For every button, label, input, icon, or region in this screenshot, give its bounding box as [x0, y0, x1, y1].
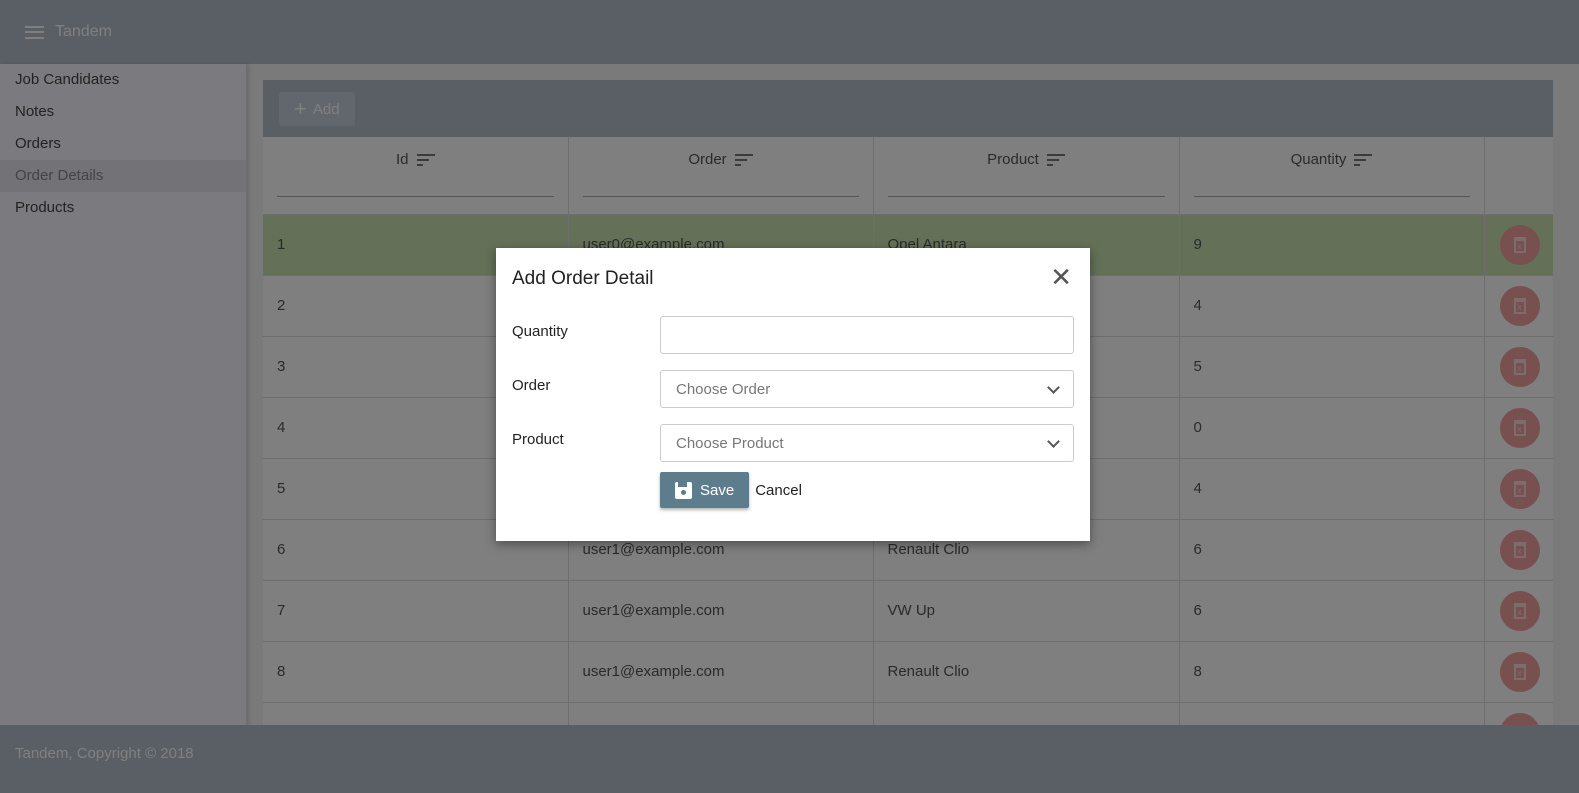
add-order-detail-dialog: Add Order Detail ✕ Quantity Order Choose… — [496, 248, 1090, 541]
dialog-title: Add Order Detail — [512, 268, 654, 289]
order-select[interactable]: Choose Order — [660, 370, 1074, 408]
cancel-button[interactable]: Cancel — [755, 482, 802, 499]
save-icon — [675, 481, 692, 499]
quantity-label: Quantity — [512, 322, 568, 340]
chevron-down-icon — [1047, 380, 1060, 394]
save-label: Save — [700, 481, 735, 499]
product-label: Product — [512, 430, 564, 448]
close-icon[interactable]: ✕ — [1050, 264, 1072, 290]
save-button[interactable]: Save — [660, 472, 750, 508]
product-select[interactable]: Choose Product — [660, 424, 1074, 462]
order-label: Order — [512, 376, 551, 394]
product-placeholder: Choose Product — [676, 434, 784, 452]
order-placeholder: Choose Order — [676, 380, 771, 398]
quantity-input[interactable] — [660, 316, 1074, 354]
chevron-down-icon — [1047, 434, 1060, 448]
